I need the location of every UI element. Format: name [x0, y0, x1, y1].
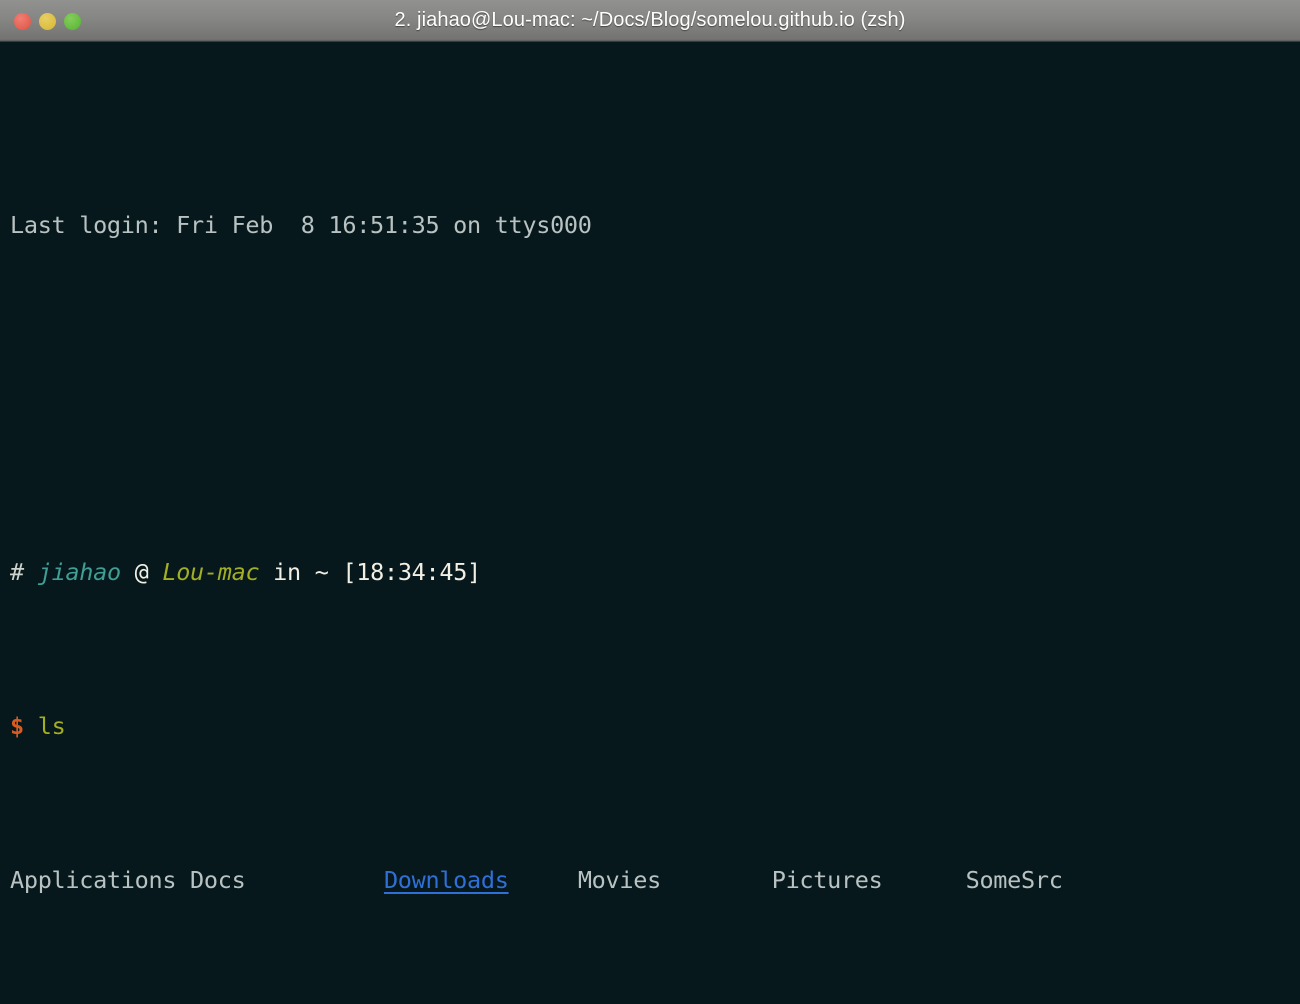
prompt-line-ls: # jiahao @ Lou-mac in ~ [18:34:45] [10, 553, 1300, 592]
cmd-gap [24, 712, 38, 740]
minimize-button[interactable] [39, 12, 56, 30]
terminal-screen[interactable]: Last login: Fri Feb 8 16:51:35 on ttys00… [0, 42, 1300, 1004]
ls-entry-somesrc: SomeSrc [965, 865, 1063, 894]
prompt-hash: # [10, 557, 24, 586]
ls-output-row-1: Applications Docs Downloads Movies Pictu… [10, 861, 1300, 900]
ls-gap [883, 866, 966, 894]
ls-entry-pictures: Pictures [771, 865, 883, 894]
last-login-line: Last login: Fri Feb 8 16:51:35 on ttys00… [10, 206, 1300, 245]
last-login-text: Last login: Fri Feb 8 16:51:35 on ttys00… [10, 211, 592, 239]
ls-entry-movies: Movies [577, 865, 661, 894]
ls-entry-applications: Applications [10, 865, 177, 894]
zoom-button[interactable] [64, 12, 81, 30]
ls-gap [176, 866, 190, 894]
prompt-in: in [259, 557, 315, 586]
window-title: 2. jiahao@Lou-mac: ~/Docs/Blog/somelou.g… [394, 9, 906, 31]
window-controls [14, 0, 81, 42]
prompt-gap [329, 558, 343, 586]
prompt-timestamp: [18:34:45] [342, 557, 481, 586]
prompt-user: jiahao [37, 557, 121, 586]
title-bar[interactable]: 2. jiahao@Lou-mac: ~/Docs/Blog/somelou.g… [0, 0, 1300, 42]
ls-entry-downloads[interactable]: Downloads [384, 866, 509, 894]
command-line-ls: $ ls [10, 707, 1300, 746]
ls-gap [661, 866, 772, 894]
terminal-output: Last login: Fri Feb 8 16:51:35 on ttys00… [0, 52, 1300, 1004]
close-button[interactable] [14, 12, 31, 30]
ls-gap [509, 866, 578, 894]
prompt-at: @ [120, 557, 163, 586]
prompt-path: ~ [314, 557, 329, 586]
prompt-host: Lou-mac [162, 557, 260, 586]
ls-gap [245, 866, 383, 894]
command-text: ls [37, 711, 66, 740]
ls-entry-docs: Docs [190, 865, 246, 894]
terminal-window: 2. jiahao@Lou-mac: ~/Docs/Blog/somelou.g… [0, 0, 1300, 1004]
prompt-dollar: $ [10, 711, 24, 740]
